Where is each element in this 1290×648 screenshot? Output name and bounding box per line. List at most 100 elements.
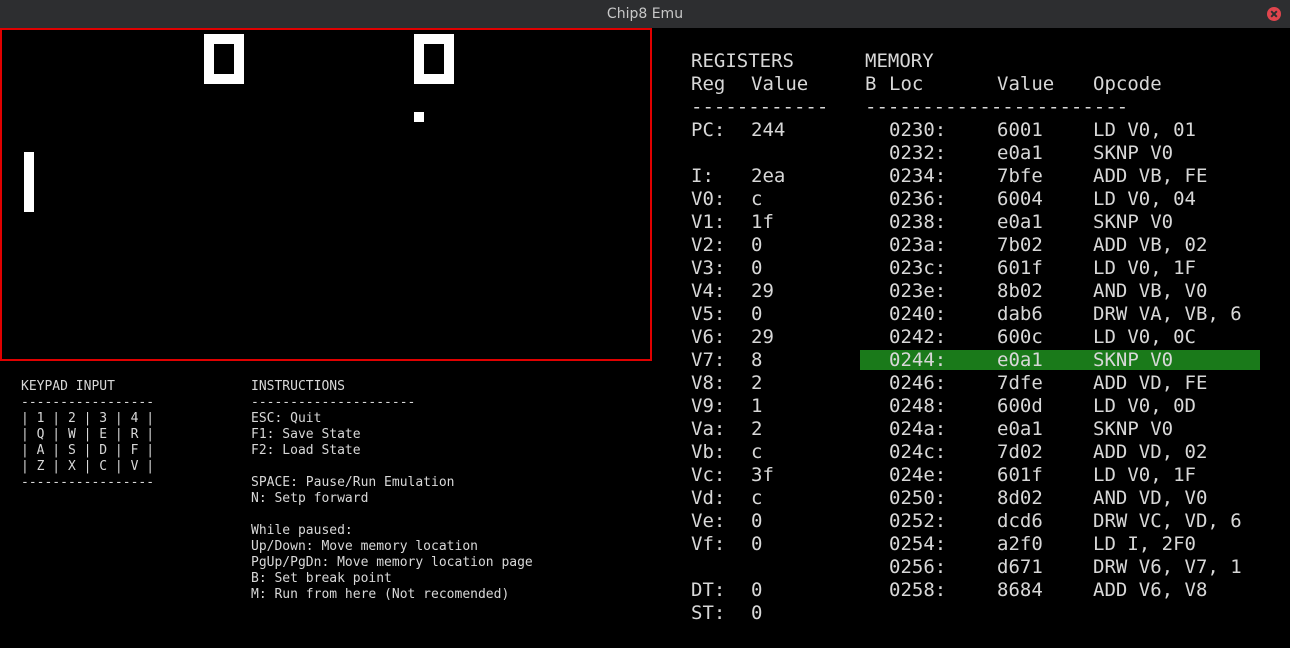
memory-opcode: DRW V6, V7, 1	[1093, 556, 1242, 578]
register-value: 0	[751, 303, 763, 325]
memory-opcode: ADD VD, FE	[1093, 372, 1208, 394]
memory-value: a2f0	[997, 533, 1043, 555]
register-name: V9:	[691, 395, 726, 417]
memory-loc: 023a:	[889, 234, 947, 256]
register-name: V5:	[691, 303, 726, 325]
memory-opcode: LD V0, 1F	[1093, 257, 1196, 279]
register-value: 2	[751, 418, 763, 440]
memory-opcode: ADD V6, V8	[1093, 579, 1208, 601]
register-value: 1	[751, 395, 763, 417]
memory-opcode: AND VD, V0	[1093, 487, 1208, 509]
memory-col-loc: Loc	[889, 73, 924, 95]
register-name: Vc:	[691, 464, 726, 486]
register-name: V4:	[691, 280, 726, 302]
register-value: 0	[751, 234, 763, 256]
memory-opcode: DRW VC, VD, 6	[1093, 510, 1242, 532]
register-name: V1:	[691, 211, 726, 233]
register-name: V8:	[691, 372, 726, 394]
memory-opcode: ADD VD, 02	[1093, 441, 1208, 463]
memory-col-opcode: Opcode	[1093, 73, 1162, 95]
memory-value: e0a1	[997, 142, 1043, 164]
register-name: Vf:	[691, 533, 726, 555]
register-value: 2	[751, 372, 763, 394]
instructions-divider: ---------------------	[251, 395, 416, 410]
memory-divider: -----------------------	[865, 96, 1129, 118]
register-value: c	[751, 441, 763, 463]
memory-loc: 0254:	[889, 533, 947, 555]
register-name: V7:	[691, 349, 726, 371]
memory-loc: 024a:	[889, 418, 947, 440]
register-name: Vd:	[691, 487, 726, 509]
memory-loc: 023c:	[889, 257, 947, 279]
memory-opcode: SKNP V0	[1093, 211, 1174, 233]
registers-col-reg: Reg	[691, 73, 726, 95]
memory-opcode: DRW VA, VB, 6	[1093, 303, 1242, 325]
memory-loc: 024e:	[889, 464, 947, 486]
instruction-line: SPACE: Pause/Run Emulation	[251, 475, 455, 490]
register-value: 2ea	[751, 165, 786, 187]
memory-opcode: SKNP V0	[1093, 349, 1174, 371]
register-name: Ve:	[691, 510, 726, 532]
memory-loc: 0238:	[889, 211, 947, 233]
memory-loc: 0232:	[889, 142, 947, 164]
register-value: 8	[751, 349, 763, 371]
memory-opcode: AND VB, V0	[1093, 280, 1208, 302]
memory-value: e0a1	[997, 418, 1043, 440]
register-value: 0	[751, 510, 763, 532]
register-name: ST:	[691, 602, 726, 624]
memory-loc: 0248:	[889, 395, 947, 417]
memory-value: 7dfe	[997, 372, 1043, 394]
memory-opcode: LD V0, 04	[1093, 188, 1196, 210]
memory-value: 600d	[997, 395, 1043, 417]
memory-value: 7b02	[997, 234, 1043, 256]
register-name: V6:	[691, 326, 726, 348]
instruction-line: F2: Load State	[251, 443, 361, 458]
memory-value: 8d02	[997, 487, 1043, 509]
memory-loc: 024c:	[889, 441, 947, 463]
emulator-display	[0, 28, 652, 361]
memory-value: dab6	[997, 303, 1043, 325]
memory-loc: 0230:	[889, 119, 947, 141]
register-value: 1f	[751, 211, 774, 233]
memory-loc: 0242:	[889, 326, 947, 348]
memory-loc: 0240:	[889, 303, 947, 325]
instruction-line: M: Run from here (Not recomended)	[251, 587, 510, 602]
memory-loc: 0236:	[889, 188, 947, 210]
memory-loc: 0244:	[889, 349, 947, 371]
memory-value: dcd6	[997, 510, 1043, 532]
keypad-row: | 1 | 2 | 3 | 4 |	[21, 411, 155, 426]
score-left	[204, 34, 244, 84]
register-value: 0	[751, 257, 763, 279]
window-titlebar: Chip8 Emu	[0, 0, 1290, 28]
instructions-title: INSTRUCTIONS	[251, 379, 345, 394]
instruction-line: While paused:	[251, 523, 353, 538]
score-right	[414, 34, 454, 84]
keypad-row: | A | S | D | F |	[21, 443, 155, 458]
memory-value: 601f	[997, 257, 1043, 279]
memory-opcode: SKNP V0	[1093, 142, 1174, 164]
memory-value: 600c	[997, 326, 1043, 348]
memory-value: d671	[997, 556, 1043, 578]
memory-loc: 023e:	[889, 280, 947, 302]
memory-loc: 0234:	[889, 165, 947, 187]
register-pc-value: 244	[751, 119, 786, 141]
close-icon[interactable]	[1267, 7, 1281, 21]
registers-divider: ------------	[691, 96, 829, 118]
register-name: V2:	[691, 234, 726, 256]
memory-opcode: SKNP V0	[1093, 418, 1174, 440]
memory-opcode: LD I, 2F0	[1093, 533, 1196, 555]
keypad-divider: -----------------	[21, 395, 155, 410]
instruction-line: B: Set break point	[251, 571, 392, 586]
register-name: DT:	[691, 579, 726, 601]
instruction-line: N: Setp forward	[251, 491, 369, 506]
memory-value: 7d02	[997, 441, 1043, 463]
keypad-title: KEYPAD INPUT	[21, 379, 115, 394]
memory-opcode: LD V0, 01	[1093, 119, 1196, 141]
register-value: c	[751, 487, 763, 509]
instruction-line: PgUp/PgDn: Move memory location page	[251, 555, 533, 570]
keypad-divider-bottom: -----------------	[21, 475, 155, 490]
memory-opcode: LD V0, 1F	[1093, 464, 1196, 486]
register-name: V0:	[691, 188, 726, 210]
memory-title: MEMORY	[865, 50, 934, 72]
memory-value: 8684	[997, 579, 1043, 601]
